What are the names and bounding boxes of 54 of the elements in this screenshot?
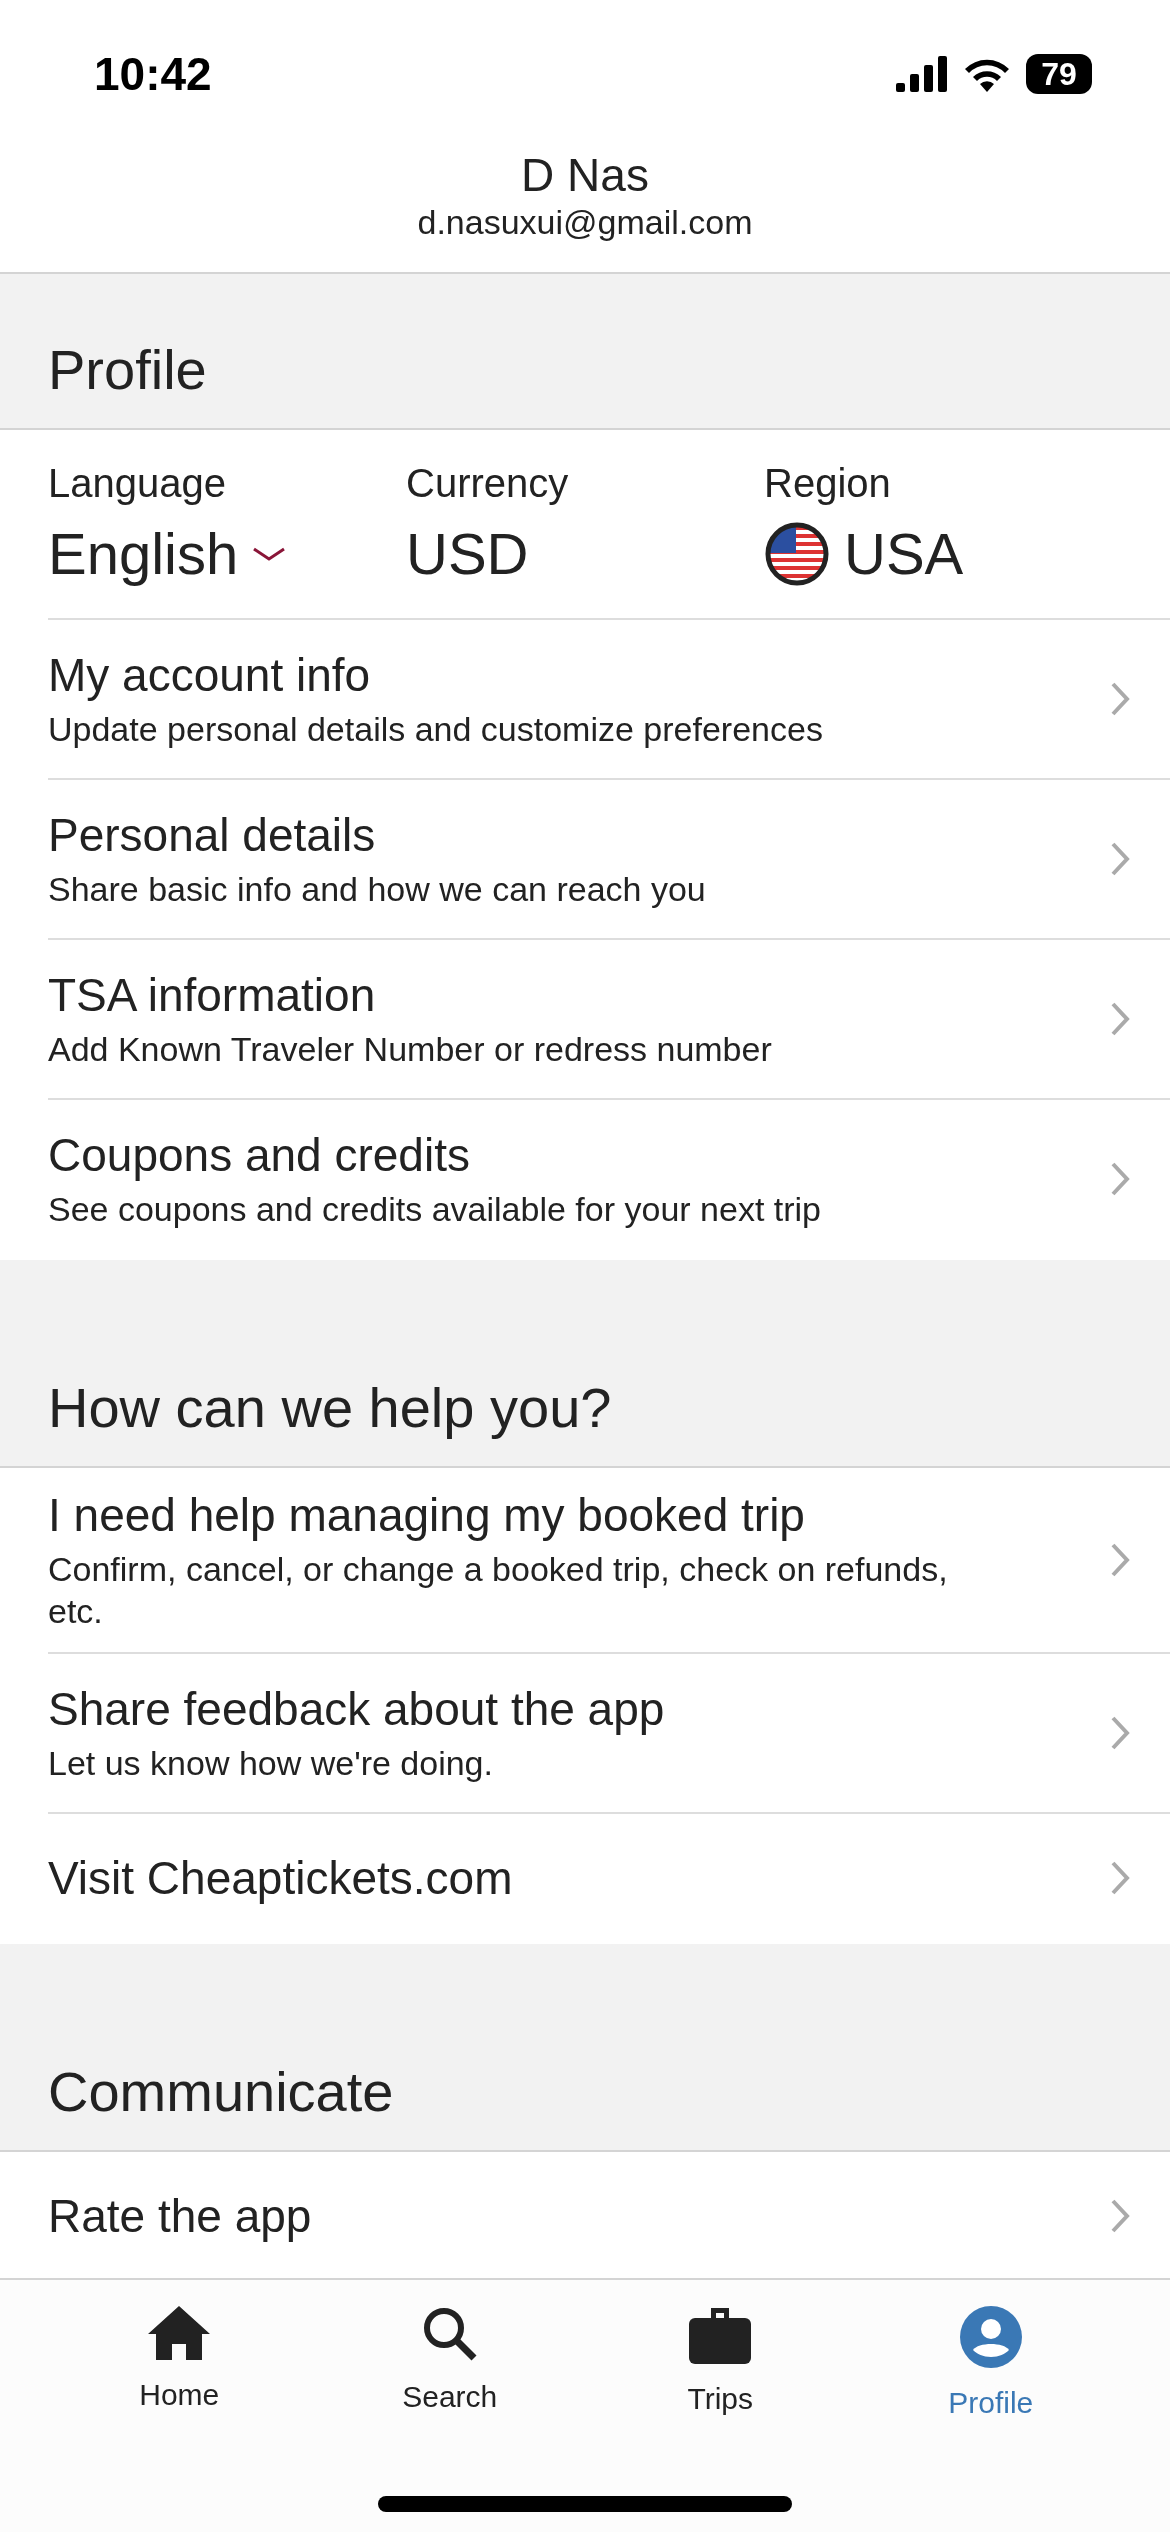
- menu-item-title: My account info: [48, 648, 372, 702]
- menu-item[interactable]: Visit Cheaptickets.com: [48, 1814, 1170, 1944]
- user-name: D Nas: [521, 148, 649, 202]
- chevron-right-icon: [1110, 1542, 1130, 1578]
- tab[interactable]: Home: [44, 2280, 315, 2421]
- menu-item[interactable]: Rate the app: [48, 2152, 1170, 2278]
- chevron-right-icon: [1110, 841, 1130, 877]
- menu-item[interactable]: My account info Update personal details and customize preferences: [48, 620, 1170, 780]
- menu-item-subtitle: Share basic info and how we can reach you: [48, 869, 706, 910]
- menu-item[interactable]: I need help managing my booked trip Confirm, cancel, or change a booked trip, check on refunds, etc.: [48, 1468, 1170, 1654]
- menu-item-title: Share feedback about the app: [48, 1682, 665, 1736]
- menu-item-subtitle: Confirm, cancel, or change a booked trip, check on refunds, etc.: [48, 1549, 949, 1632]
- menu-item-title: Personal details: [48, 808, 377, 862]
- setting-value: USD: [406, 520, 529, 587]
- tab[interactable]: Profile: [855, 2280, 1126, 2421]
- setting-value: USA: [844, 520, 964, 587]
- chevron-right-icon: [1110, 1161, 1130, 1197]
- battery-icon: 79: [1026, 54, 1092, 94]
- search-icon: [421, 2306, 478, 2362]
- chevron-right-icon: [1110, 2198, 1130, 2234]
- signal-icon: [896, 56, 948, 92]
- chevron-right-icon: [1110, 1860, 1130, 1896]
- menu-item-title: I need help managing my booked trip: [48, 1488, 806, 1542]
- chevron-right-icon: [1110, 1715, 1130, 1751]
- flag-icon: [764, 520, 830, 587]
- setting-label: Region: [764, 461, 892, 506]
- menu-item-title: Visit Cheaptickets.com: [48, 1851, 513, 1905]
- menu-item-subtitle: Update personal details and customize preferences: [48, 709, 823, 750]
- section-title: Profile: [48, 337, 207, 402]
- tab[interactable]: Trips: [585, 2280, 856, 2421]
- menu-item-subtitle: Add Known Traveler Number or redress number: [48, 1029, 772, 1070]
- menu-item-title: Rate the app: [48, 2189, 312, 2243]
- chevron-right-icon: [1110, 1001, 1130, 1037]
- caret-down-icon: [252, 545, 287, 562]
- menu-item[interactable]: Personal details Share basic info and how we can reach you: [48, 780, 1170, 940]
- menu-item-subtitle: See coupons and credits available for your next trip: [48, 1189, 821, 1230]
- section-title: Communicate: [48, 2059, 394, 2124]
- menu-item[interactable]: Share feedback about the app Let us know how we're doing.: [48, 1654, 1170, 1814]
- home-icon: [148, 2306, 211, 2360]
- chevron-right-icon: [1110, 681, 1130, 717]
- menu-item-title: Coupons and credits: [48, 1128, 471, 1182]
- menu-item[interactable]: Coupons and credits See coupons and credits available for your next trip: [48, 1100, 1170, 1260]
- user-avatar-icon: [959, 2306, 1022, 2368]
- user-email: d.nasuxui@gmail.com: [417, 202, 753, 242]
- section-title: How can we help you?: [48, 1375, 612, 1440]
- tab[interactable]: Search: [314, 2280, 585, 2421]
- status-time: 10:42: [94, 47, 212, 101]
- menu-item[interactable]: TSA information Add Known Traveler Number or redress number: [48, 940, 1170, 1100]
- menu-item-subtitle: Let us know how we're doing.: [48, 1743, 494, 1784]
- setting-label: Language: [48, 461, 227, 506]
- setting-label: Currency: [406, 461, 570, 506]
- menu-item-title: TSA information: [48, 968, 377, 1022]
- briefcase-icon: [689, 2306, 752, 2364]
- setting-value[interactable]: English: [48, 520, 239, 587]
